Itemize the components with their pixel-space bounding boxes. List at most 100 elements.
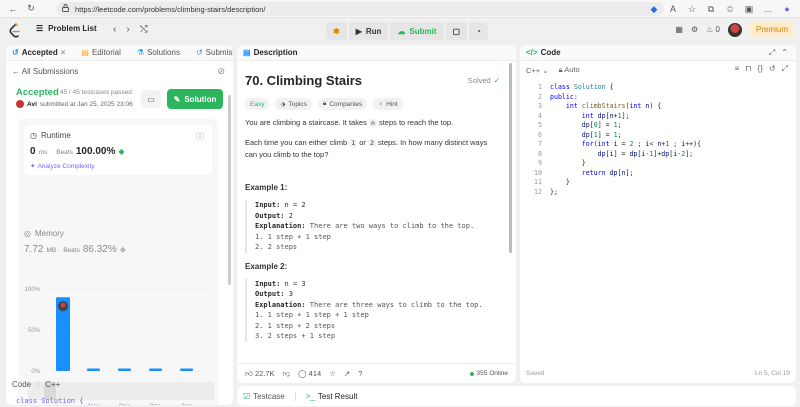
line-number: 2 xyxy=(538,92,542,101)
read-aloud-icon[interactable]: A xyxy=(666,2,680,16)
copilot-icon[interactable]: ● xyxy=(780,2,794,16)
share-icon[interactable]: ↗ xyxy=(344,369,350,378)
tab-editorial[interactable]: ▤ Editorial xyxy=(81,48,120,57)
bug-icon: ✱ xyxy=(333,26,340,36)
code-line[interactable]: 8 dp[i] = dp[i-1]+dp[i-2]; xyxy=(526,150,701,160)
streak-counter[interactable]: ♨ 0 xyxy=(706,25,720,34)
code-line[interactable]: 6 dp[1] = 1; xyxy=(526,131,701,141)
share-link-icon[interactable]: ⊘ xyxy=(217,66,225,77)
code-editor[interactable]: 1 class Solution {2 public: 3 int climbStai… xyxy=(526,83,701,197)
fullscreen-icon[interactable]: ⤢ xyxy=(782,64,788,74)
code-line[interactable]: 7 for(int i = 2 ; i< n+1 ; i++){ xyxy=(526,140,701,150)
tab-code[interactable]: </> Code xyxy=(526,48,561,57)
prev-problem-icon[interactable]: ‹ xyxy=(113,24,116,35)
edit-icon: ✎ xyxy=(173,94,181,104)
tab-submissions[interactable]: ↺ Submissions xyxy=(196,48,233,57)
clock-icon: ◷ xyxy=(30,131,37,140)
scrollbar[interactable] xyxy=(228,95,231,285)
code-line[interactable]: 4 int dp[n+1]; xyxy=(526,112,701,122)
collections-icon[interactable]: ▣ xyxy=(742,2,756,16)
language-select[interactable]: C++ ⌄ xyxy=(526,66,549,75)
split-icon[interactable]: ⧉ xyxy=(704,2,718,16)
y-tick-label: 50% xyxy=(28,328,41,334)
format-icon[interactable]: ≡ xyxy=(735,64,740,74)
problem-list-button[interactable]: ☰ Problem List xyxy=(36,24,97,33)
address-bar[interactable]: https://leetcode.com/problems/climbing-s… xyxy=(56,2,664,16)
tab-accepted[interactable]: ↺ Accepted × xyxy=(12,48,65,57)
settings-icon[interactable]: ⚙ xyxy=(691,25,698,34)
code-line[interactable]: 12}; xyxy=(526,188,701,198)
help-icon[interactable]: ? xyxy=(358,369,362,378)
layout-icon[interactable]: ▦ xyxy=(675,25,683,34)
example-1: Input: n = 2 Output: 2 Explanation: Ther… xyxy=(245,200,500,253)
info-icon[interactable]: ⓘ xyxy=(196,131,204,142)
beats-label: Beats xyxy=(56,149,73,156)
runtime-value: 0 xyxy=(30,146,36,157)
medal-icon: ◆ xyxy=(118,147,125,156)
runtime-box[interactable]: ◷ Runtime ⓘ 0 ms Beats 100.00% ◆ ✦ Analy… xyxy=(24,125,212,175)
tab-test-result[interactable]: >_ Test Result xyxy=(306,392,358,401)
reset-icon[interactable]: ↺ xyxy=(769,64,776,74)
braces-icon[interactable]: {} xyxy=(758,64,763,74)
play-icon: ▶ xyxy=(355,26,362,36)
star-icon[interactable]: ☆ xyxy=(329,369,336,378)
solution-button[interactable]: ✎ Solution xyxy=(167,89,223,109)
favorite-icon[interactable]: ☆ xyxy=(685,2,699,16)
code-line[interactable]: 5 dp[0] = 1; xyxy=(526,121,701,131)
solved-badge: Solved ✓ xyxy=(467,76,500,85)
code-line[interactable]: 2 public: xyxy=(526,93,701,103)
analyze-complexity-link[interactable]: ✦ Analyze Complexity xyxy=(30,162,95,171)
tab-solutions[interactable]: ⚗ Solutions xyxy=(137,48,180,57)
more-icon[interactable]: … xyxy=(761,2,775,16)
all-submissions-link[interactable]: ← All Submissions xyxy=(12,67,78,76)
y-tick-label: 100% xyxy=(25,287,41,293)
minimize-icon[interactable]: ⌃ xyxy=(781,48,788,58)
comments-button[interactable]: ◯ 414 xyxy=(298,369,321,378)
premium-button[interactable]: Premium xyxy=(749,22,794,37)
beats-label: Beats xyxy=(63,247,80,254)
tag-icon[interactable]: ◆ xyxy=(647,2,661,16)
tab-testcase[interactable]: ☑ Testcase xyxy=(243,392,285,401)
code-line[interactable]: 9 } xyxy=(526,159,701,169)
history-icon: ↺ xyxy=(12,48,19,57)
back-icon[interactable]: ← xyxy=(6,2,20,16)
like-button[interactable]: 👍︎ 22.7K xyxy=(245,369,275,379)
example-1-title: Example 1: xyxy=(245,183,288,192)
arrow-left-icon: ← xyxy=(12,67,20,76)
bookmark-icon[interactable]: ⊓ xyxy=(745,64,751,74)
submit-button[interactable]: ☁ Submit xyxy=(390,22,444,40)
avatar[interactable] xyxy=(727,22,742,37)
close-icon[interactable]: × xyxy=(61,48,66,57)
notes-button[interactable]: ▢ xyxy=(445,22,468,40)
maximize-icon[interactable]: ⤢ xyxy=(769,48,775,58)
dislike-button[interactable]: 👎︎ xyxy=(283,369,291,379)
line-number: 1 xyxy=(538,83,542,91)
hint-chip[interactable]: ♀ Hint xyxy=(373,98,403,110)
line-number: 6 xyxy=(538,130,542,139)
favorites-bar-icon[interactable]: ✩ xyxy=(723,2,737,16)
memory-box[interactable]: ◎ Memory 7.72 MB Beats 86.32% ◆ xyxy=(24,229,212,269)
mid-tabbar: ▤ Description xyxy=(237,45,516,61)
run-button[interactable]: ▶ Run xyxy=(348,22,389,40)
editorial-book-button[interactable]: ▭ xyxy=(141,90,161,108)
tab-description[interactable]: ▤ Description xyxy=(243,48,298,57)
divider xyxy=(294,391,296,401)
code-line[interactable]: 3 int climbStairs(int n) { xyxy=(526,102,701,112)
code-line[interactable]: 11 } xyxy=(526,178,701,188)
paragraph: You are climbing a staircase. It takes n… xyxy=(245,118,454,127)
scrollbar[interactable] xyxy=(509,63,512,253)
topics-chip[interactable]: ⬗ Topics xyxy=(275,98,312,110)
thumbs-up-icon: 👍︎ xyxy=(245,368,253,378)
timer-button[interactable]: ◔ xyxy=(469,22,488,40)
auto-mode-toggle[interactable]: 🔒︎ Auto xyxy=(559,65,580,75)
next-problem-icon[interactable]: › xyxy=(126,24,129,35)
code-line[interactable]: 1 class Solution { xyxy=(526,83,701,93)
leetcode-logo-icon[interactable] xyxy=(8,23,22,39)
shuffle-icon[interactable]: ⤭ xyxy=(140,24,148,35)
refresh-icon[interactable]: ↻ xyxy=(24,2,38,16)
code-line[interactable]: 10 return dp[n]; xyxy=(526,169,701,179)
companies-chip[interactable]: 🔒︎ Companies xyxy=(317,98,368,110)
editor-toolbar: C++ ⌄ 🔒︎ Auto ≡ ⊓ {} ↺ ⤢ xyxy=(520,61,796,79)
cloud-upload-icon: ☁ xyxy=(397,26,406,36)
debug-button[interactable]: ✱ xyxy=(326,22,347,40)
